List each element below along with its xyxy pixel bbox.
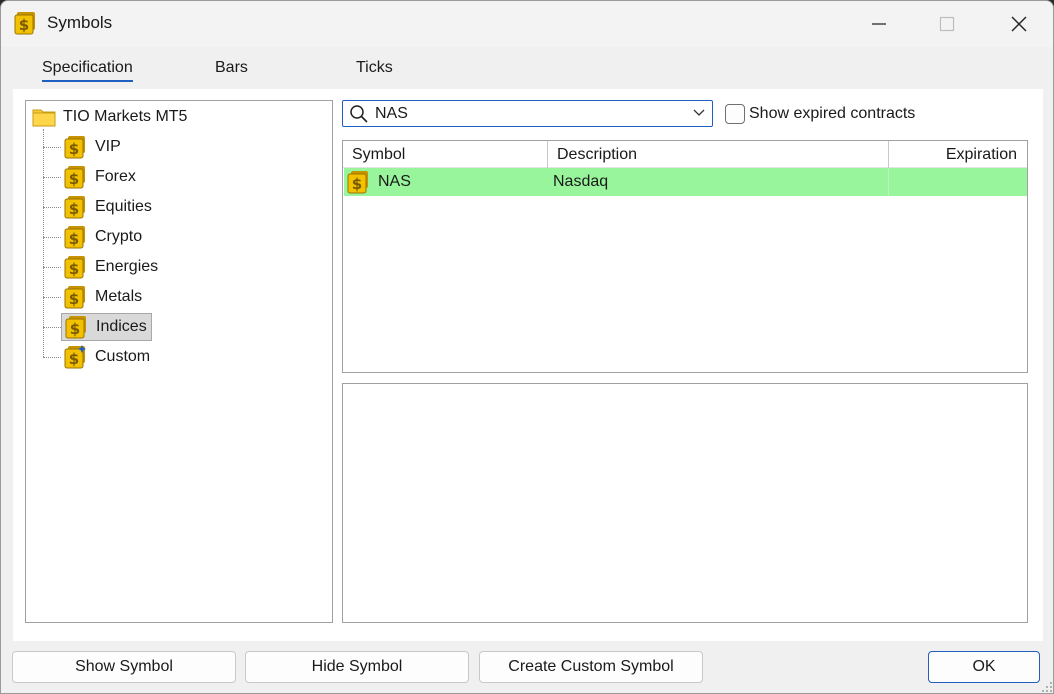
tree-root-item[interactable]: TIO Markets MT5: [32, 106, 187, 128]
maximize-button[interactable]: [913, 1, 981, 47]
dollar-symbol-icon: $: [64, 196, 85, 219]
tree-item-label: Energies: [95, 258, 159, 275]
column-header-symbol[interactable]: Symbol: [343, 141, 548, 168]
dollar-symbol-icon: $: [64, 256, 85, 279]
maximize-icon: [939, 16, 955, 32]
dollar-symbol-icon: $: [64, 226, 85, 249]
app-dollar-icon: $: [14, 12, 35, 35]
tree-item-label: Crypto: [95, 228, 143, 245]
search-icon: [350, 105, 368, 123]
dollar-symbol-icon: $: [347, 171, 368, 194]
svg-text:$: $: [69, 170, 79, 188]
svg-text:$: $: [69, 290, 79, 308]
window-title: Symbols: [47, 13, 113, 32]
cell-symbol: NAS: [378, 173, 411, 190]
cell-expiration: [888, 168, 889, 196]
tree-item-label: Forex: [95, 168, 136, 185]
dollar-symbol-icon: $: [64, 286, 85, 309]
title-bar[interactable]: $ Symbols: [1, 1, 1053, 47]
svg-text:$: $: [69, 140, 79, 158]
hide-symbol-button[interactable]: Hide Symbol: [245, 651, 469, 683]
selected-node: $ Indices: [61, 313, 152, 341]
tab-bar: Specification Bars Ticks: [13, 55, 1043, 89]
tree-item-equities[interactable]: $ Equities: [43, 193, 156, 221]
column-header-expiration[interactable]: Expiration: [889, 141, 1027, 168]
tab-ticks[interactable]: Ticks: [356, 59, 393, 77]
tree-item-label: Indices: [96, 318, 147, 335]
tab-bars[interactable]: Bars: [215, 59, 248, 77]
tree-item-vip[interactable]: $ VIP: [43, 133, 125, 161]
symbol-search-combobox[interactable]: [342, 100, 713, 127]
ok-button[interactable]: OK: [928, 651, 1040, 683]
custom-symbol-icon: $: [64, 345, 86, 369]
folder-icon: [32, 109, 56, 127]
tree-item-energies[interactable]: $ Energies: [43, 253, 162, 281]
chevron-down-icon[interactable]: [692, 108, 706, 118]
show-expired-checkbox-row[interactable]: Show expired contracts: [725, 103, 915, 125]
tab-specification[interactable]: Specification: [42, 59, 133, 82]
tree-item-metals[interactable]: $ Metals: [43, 283, 146, 311]
show-symbol-button[interactable]: Show Symbol: [12, 651, 236, 683]
tree-item-label: Metals: [95, 288, 143, 305]
column-header-description[interactable]: Description: [548, 141, 889, 168]
svg-text:$: $: [69, 230, 79, 248]
tree-item-label: Custom: [95, 348, 151, 365]
resize-grip-icon[interactable]: [1041, 681, 1053, 693]
tree-item-custom[interactable]: $ Custom: [43, 343, 154, 371]
search-input[interactable]: [375, 103, 675, 124]
dollar-symbol-icon: $: [65, 316, 86, 339]
dollar-symbol-icon: $: [64, 166, 85, 189]
minimize-button[interactable]: [845, 1, 913, 47]
close-button[interactable]: [985, 1, 1053, 47]
symbol-details-panel: [342, 383, 1028, 623]
symbols-dialog: $ Symbols Specification Bars Ticks TIO M…: [0, 0, 1054, 694]
tree-item-indices[interactable]: $ Indices: [43, 313, 152, 341]
svg-text:$: $: [69, 350, 79, 368]
tree-item-forex[interactable]: $ Forex: [43, 163, 140, 191]
show-expired-checkbox[interactable]: [725, 104, 745, 124]
table-header: Symbol Description Expiration: [343, 141, 1027, 168]
table-row[interactable]: $ NAS Nasdaq: [344, 168, 1027, 196]
show-expired-label: Show expired contracts: [749, 105, 916, 122]
tree-item-label: Equities: [95, 198, 152, 215]
close-icon: [1011, 16, 1027, 32]
tree-item-label: VIP: [95, 138, 121, 155]
minimize-icon: [872, 23, 886, 25]
dollar-symbol-icon: $: [64, 136, 85, 159]
symbols-table[interactable]: Symbol Description Expiration $ NAS Nasd…: [342, 140, 1028, 373]
symbol-group-tree[interactable]: TIO Markets MT5 $ VIP $ Forex $ Equities: [25, 100, 333, 623]
tree-root-label: TIO Markets MT5: [63, 108, 188, 125]
create-custom-symbol-button[interactable]: Create Custom Symbol: [479, 651, 703, 683]
svg-text:$: $: [70, 320, 80, 338]
svg-text:$: $: [352, 175, 362, 193]
svg-text:$: $: [19, 16, 29, 34]
svg-text:$: $: [69, 200, 79, 218]
cell-description: Nasdaq: [553, 173, 609, 190]
tree-item-crypto[interactable]: $ Crypto: [43, 223, 146, 251]
svg-text:$: $: [69, 260, 79, 278]
